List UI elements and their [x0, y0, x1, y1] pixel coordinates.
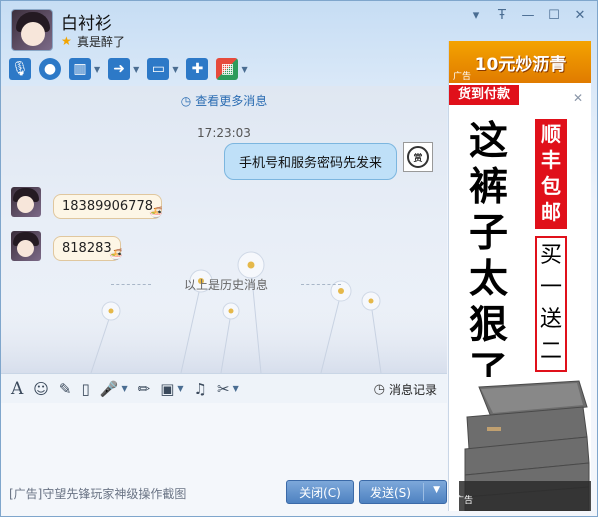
chevron-down-icon[interactable]: ▼: [177, 384, 183, 393]
close-button[interactable]: 关闭(C): [286, 480, 354, 504]
music-button[interactable]: ♫: [194, 380, 207, 398]
ad-tag: 广告: [455, 496, 474, 506]
microphone-icon: 🎤: [99, 379, 119, 398]
magic-wand-icon: ✎: [58, 379, 72, 398]
close-icon[interactable]: ✕: [573, 9, 587, 23]
chevron-down-icon[interactable]: ▼: [241, 65, 247, 74]
music-note-icon: ♫: [193, 379, 207, 398]
smiley-icon: ☺: [33, 379, 49, 398]
input-toolbar: A ☺ ✎ ▯ 🎤 ▼ ✏ ▣ ▼ ♫ ✂ ▼ ◷ 消息记录: [1, 373, 447, 403]
contact-avatar[interactable]: [11, 9, 53, 51]
main-toolbar: 🎙 ● ▥ ▼ ➜ ▼ ▭ ▼ ✚ ▦ ▼: [9, 55, 256, 83]
pants-product-image: [459, 377, 591, 511]
stamp-icon: 赏: [407, 146, 429, 168]
magic-button[interactable]: ✎: [59, 380, 72, 398]
message-add-icon: ✚: [186, 58, 209, 80]
image-icon: ▣: [160, 379, 175, 398]
bubble-decoration-icon: 🍜: [109, 248, 123, 261]
chevron-down-icon[interactable]: ▼: [121, 384, 127, 393]
screenshot-button[interactable]: ✂ ▼: [217, 380, 239, 398]
doodle-button[interactable]: ✏: [138, 380, 151, 398]
font-button[interactable]: A: [11, 379, 23, 399]
outgoing-message-bubble[interactable]: 手机号和服务密码先发来: [223, 143, 397, 180]
maximize-icon[interactable]: ☐: [547, 9, 561, 23]
chevron-down-icon[interactable]: ▼: [172, 65, 178, 74]
group-message-button[interactable]: ✚: [186, 58, 209, 80]
star-icon: ★: [61, 34, 72, 48]
view-more-messages-label: 查看更多消息: [195, 94, 268, 108]
shake-button[interactable]: ▯: [82, 380, 90, 398]
font-icon: A: [11, 378, 24, 399]
message-history-label: 消息记录: [388, 383, 437, 397]
app-grid-icon: ▦: [216, 58, 239, 80]
ad-buy-one-get-two: 买一送二: [535, 236, 567, 372]
image-button[interactable]: ▣ ▼: [160, 380, 183, 398]
message-history-button[interactable]: ◷ 消息记录: [374, 381, 437, 398]
incoming-message-bubble[interactable]: 18389906778: [53, 194, 162, 219]
ad-close-icon[interactable]: ✕: [573, 91, 583, 105]
view-more-messages-link[interactable]: ◷ 查看更多消息: [1, 92, 447, 109]
video-call-button[interactable]: ●: [39, 58, 61, 80]
ad-panel[interactable]: 10元炒沥青 广告 货到付款 ✕ 这裤子太狠了 顺丰包邮 买一送二 广告: [448, 41, 591, 511]
message-list[interactable]: ◷ 查看更多消息 17:23:03 手机号和服务密码先发来 赏 183899067…: [1, 86, 447, 373]
presentation-button[interactable]: ▥ ▼: [69, 58, 100, 80]
send-button[interactable]: 发送(S) ▼: [359, 480, 447, 504]
window-controls: ▾ Ŧ — ☐ ✕: [469, 9, 587, 23]
app-grid-button[interactable]: ▦ ▼: [216, 58, 248, 80]
pencil-icon: ✏: [137, 379, 151, 398]
send-divider: [423, 483, 424, 501]
emoji-button[interactable]: ☺: [33, 380, 49, 398]
contact-signature: 真是醉了: [77, 35, 126, 49]
remote-desktop-button[interactable]: ▭ ▼: [147, 58, 178, 80]
chevron-down-icon[interactable]: ▼: [94, 65, 100, 74]
scissors-icon: ✂: [216, 379, 230, 398]
contact-avatar-small[interactable]: [11, 231, 41, 261]
voice-call-button[interactable]: 🎙: [9, 58, 31, 80]
send-options-chevron-icon[interactable]: ▼: [433, 485, 440, 495]
ad-free-shipping: 顺丰包邮: [535, 119, 567, 229]
chat-window: 白衬衫 ★ 真是醉了 ▾ Ŧ — ☐ ✕ 🎙 ● ▥ ▼ ➜ ▼ ▭ ▼ ✚ ▦…: [0, 0, 598, 517]
minimize-icon[interactable]: —: [521, 9, 535, 23]
message-timestamp: 17:23:03: [197, 126, 251, 140]
footer-ad-link[interactable]: [广告]守望先锋玩家神级操作截图: [9, 485, 186, 502]
send-label: 发送(S): [370, 485, 411, 500]
my-avatar[interactable]: 赏: [403, 142, 433, 172]
presentation-icon: ▥: [69, 58, 91, 80]
clock-icon: ◷: [373, 382, 385, 397]
ad-headline: 这裤子太狠了: [469, 119, 509, 394]
vibrate-icon: ▯: [81, 379, 90, 398]
microphone-icon: 🎙: [9, 58, 31, 80]
font-icon[interactable]: Ŧ: [495, 9, 509, 23]
video-camera-icon: ●: [39, 58, 61, 80]
skin-dropdown-icon[interactable]: ▾: [469, 9, 483, 23]
contact-avatar-small[interactable]: [11, 187, 41, 217]
voice-message-button[interactable]: 🎤 ▼: [100, 380, 128, 398]
cash-on-delivery-tag: 货到付款: [449, 85, 519, 105]
chevron-down-icon[interactable]: ▼: [133, 65, 139, 74]
ad-tag: 广告: [453, 72, 472, 82]
folder-arrow-icon: ➜: [108, 58, 131, 80]
monitor-icon: ▭: [147, 58, 170, 80]
ad-banner-text: 10元炒沥青: [474, 54, 567, 75]
history-separator: 以上是历史消息: [111, 276, 341, 293]
chevron-down-icon[interactable]: ▼: [233, 384, 239, 393]
bubble-decoration-icon: 🍜: [149, 206, 163, 219]
contact-name[interactable]: 白衬衫: [61, 9, 112, 34]
clock-icon: ◷: [180, 94, 192, 108]
file-transfer-button[interactable]: ➜ ▼: [108, 58, 139, 80]
